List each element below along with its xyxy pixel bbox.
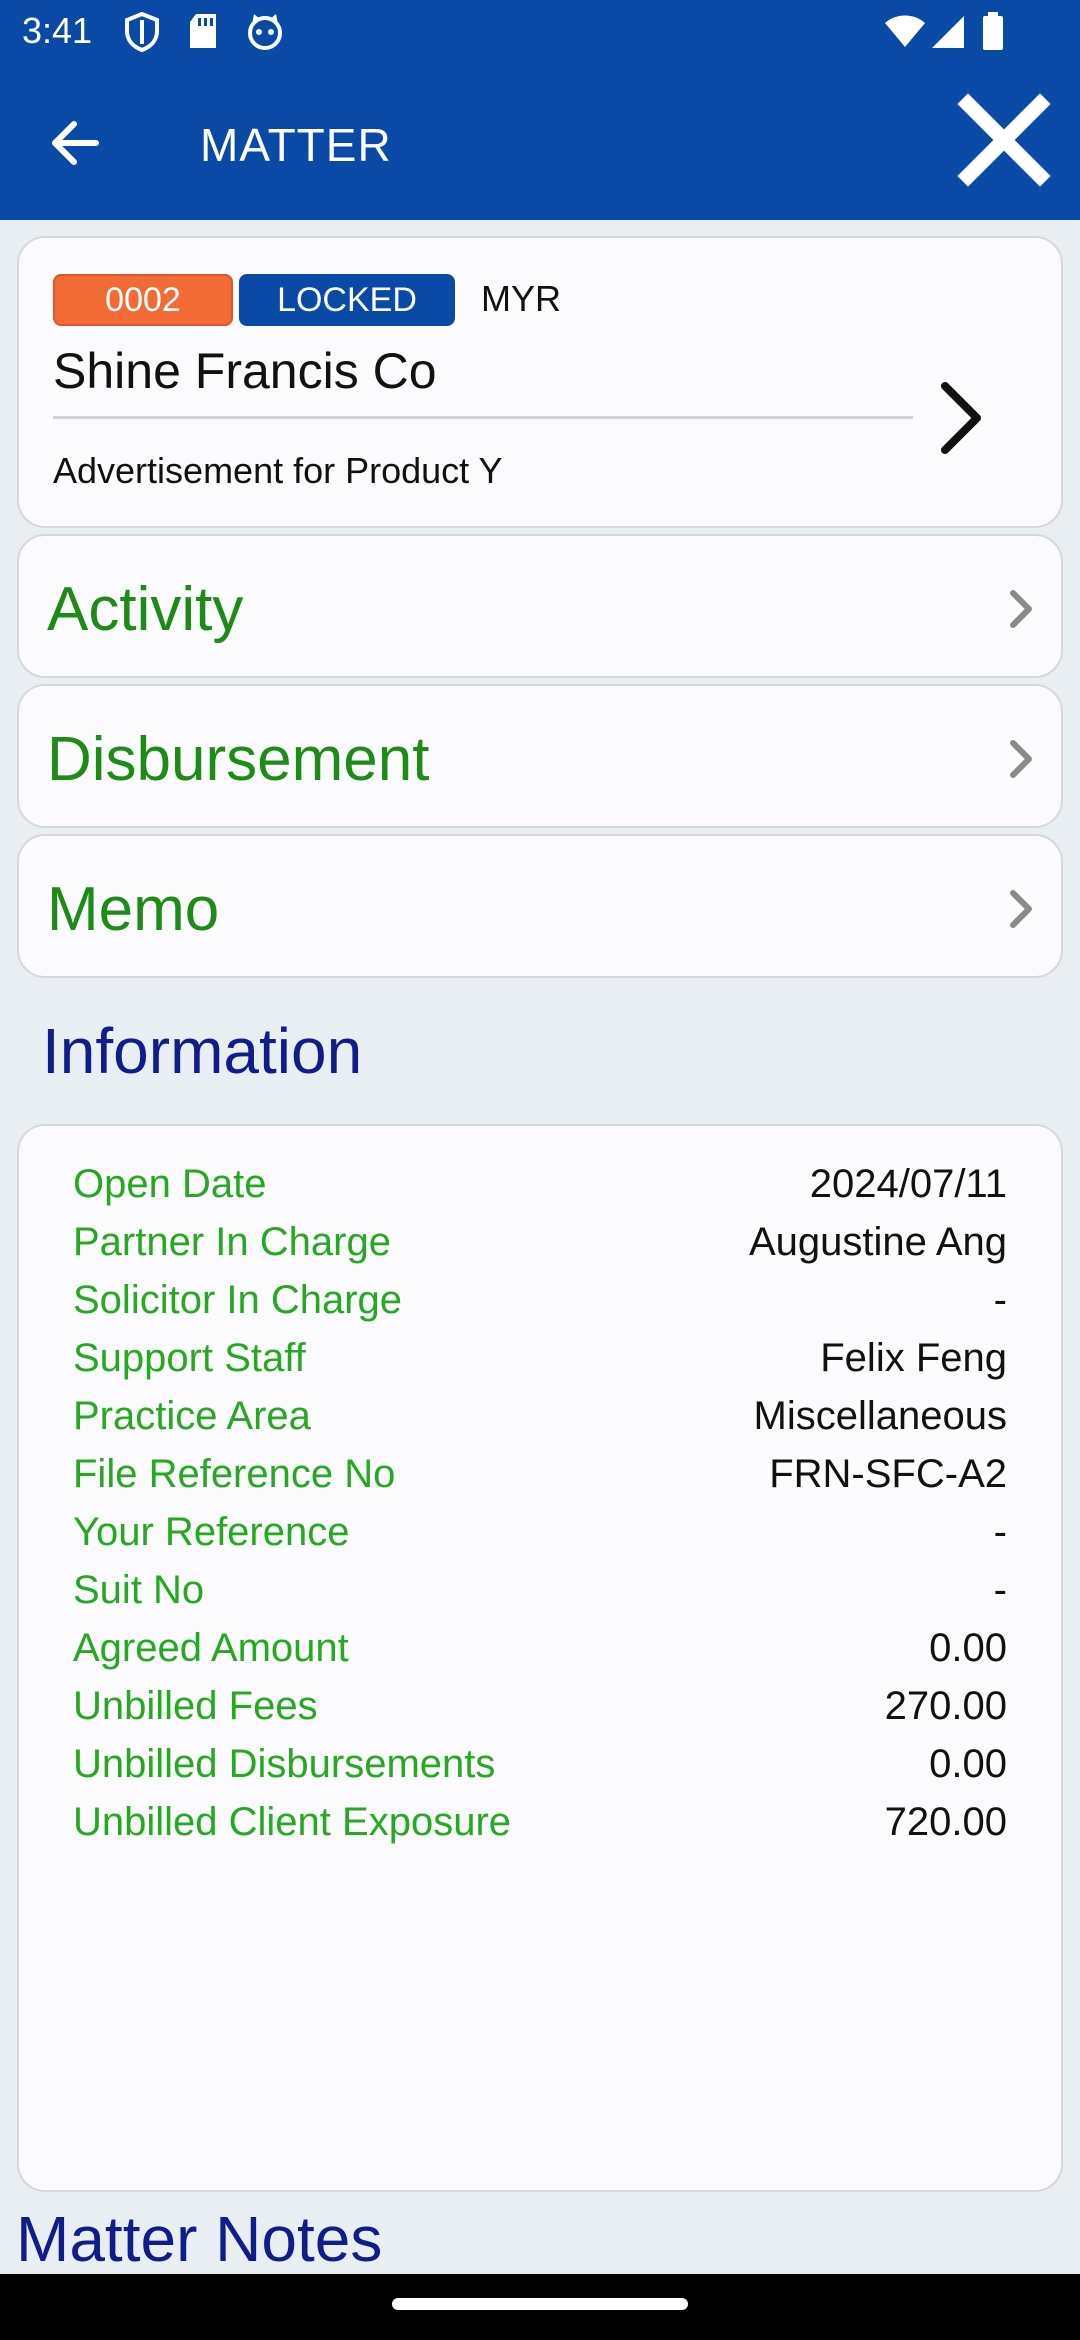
system-nav-bar — [0, 2274, 1080, 2340]
cat-face-icon — [248, 14, 282, 50]
info-value: - — [993, 1568, 1007, 1612]
info-value: 2024/07/11 — [809, 1162, 1007, 1206]
chevron-right-icon — [1010, 590, 1032, 628]
disbursement-nav-card[interactable]: Disbursement — [17, 684, 1063, 828]
info-label: Unbilled Disbursements — [73, 1742, 496, 1786]
info-row-unbilled-disbursements: Unbilled Disbursements 0.00 — [73, 1742, 1007, 1802]
info-label: Suit No — [73, 1568, 205, 1612]
memo-nav-card[interactable]: Memo — [17, 834, 1063, 978]
info-label: Support Staff — [73, 1336, 306, 1380]
info-row-support-staff: Support Staff Felix Feng — [73, 1336, 1007, 1396]
info-label: Unbilled Client Exposure — [73, 1800, 512, 1844]
disbursement-label: Disbursement — [47, 725, 430, 794]
info-row-unbilled-client-exposure: Unbilled Client Exposure 720.00 — [73, 1800, 1007, 1860]
chevron-right-icon — [1010, 890, 1032, 928]
chevron-right-icon[interactable] — [931, 378, 991, 458]
info-label: Your Reference — [73, 1510, 350, 1554]
divider — [53, 416, 913, 419]
information-heading: Information — [42, 1015, 363, 1087]
info-label: Unbilled Fees — [73, 1684, 318, 1728]
info-value: Felix Feng — [820, 1336, 1007, 1380]
close-icon[interactable] — [954, 90, 1054, 190]
info-label: Practice Area — [73, 1394, 311, 1438]
info-row-solicitor-in-charge: Solicitor In Charge - — [73, 1278, 1007, 1338]
info-row-your-reference: Your Reference - — [73, 1510, 1007, 1570]
info-row-partner-in-charge: Partner In Charge Augustine Ang — [73, 1220, 1007, 1280]
info-label: Open Date — [73, 1162, 267, 1206]
memo-label: Memo — [47, 875, 220, 944]
info-value: 0.00 — [929, 1626, 1007, 1670]
info-value: - — [993, 1510, 1007, 1554]
info-value: Augustine Ang — [749, 1220, 1007, 1264]
sd-card-icon — [190, 14, 216, 48]
matter-description: Advertisement for Product Y — [53, 450, 503, 491]
information-card: Open Date 2024/07/11 Partner In Charge A… — [17, 1124, 1063, 2192]
status-bar: 3:41 — [0, 0, 1080, 66]
info-row-suit-no: Suit No - — [73, 1568, 1007, 1628]
info-value: - — [993, 1278, 1007, 1322]
info-row-file-reference-no: File Reference No FRN-SFC-A2 — [73, 1452, 1007, 1512]
currency-label: MYR — [481, 278, 561, 319]
matter-notes-heading: Matter Notes — [16, 2203, 383, 2275]
info-label: File Reference No — [73, 1452, 396, 1496]
info-value: 270.00 — [884, 1684, 1007, 1728]
info-row-open-date: Open Date 2024/07/11 — [73, 1162, 1007, 1222]
client-name: Shine Francis Co — [53, 343, 437, 399]
info-label: Solicitor In Charge — [73, 1278, 403, 1322]
battery-icon — [983, 12, 1003, 50]
wifi-icon — [885, 15, 925, 47]
info-label: Agreed Amount — [73, 1626, 349, 1670]
info-row-agreed-amount: Agreed Amount 0.00 — [73, 1626, 1007, 1686]
info-row-unbilled-fees: Unbilled Fees 270.00 — [73, 1684, 1007, 1744]
activity-nav-card[interactable]: Activity — [17, 534, 1063, 678]
matter-summary-card[interactable]: 0002 LOCKED MYR Shine Francis Co Adverti… — [17, 236, 1063, 528]
matter-screen: 3:41 MATTER 0002 LOCKED MYR Shine Franci… — [0, 0, 1080, 2340]
home-gesture-handle[interactable] — [392, 2298, 688, 2310]
activity-label: Activity — [47, 575, 244, 644]
info-value: FRN-SFC-A2 — [769, 1452, 1007, 1496]
arrow-left-icon[interactable] — [40, 108, 110, 178]
cell-signal-icon — [932, 16, 964, 48]
info-value: Miscellaneous — [753, 1394, 1007, 1438]
matter-code-badge: 0002 — [53, 274, 233, 326]
page-title: MATTER — [200, 119, 392, 171]
info-value: 0.00 — [929, 1742, 1007, 1786]
info-value: 720.00 — [884, 1800, 1007, 1844]
shield-icon — [125, 12, 159, 52]
info-row-practice-area: Practice Area Miscellaneous — [73, 1394, 1007, 1454]
status-time: 3:41 — [22, 10, 93, 51]
info-label: Partner In Charge — [73, 1220, 391, 1264]
chevron-right-icon — [1010, 740, 1032, 778]
status-badge: LOCKED — [239, 274, 455, 326]
app-bar: MATTER — [0, 66, 1080, 220]
